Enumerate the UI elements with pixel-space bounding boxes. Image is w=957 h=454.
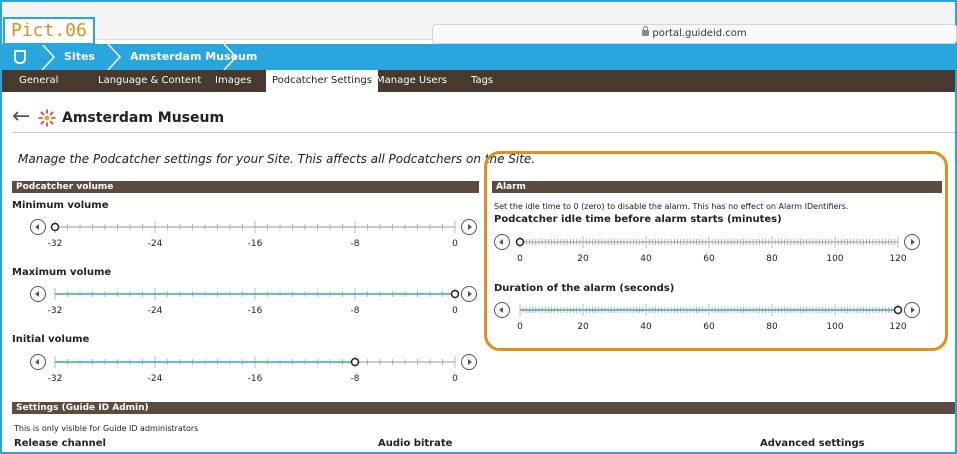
tick-label: 40 [640, 322, 652, 332]
tick-label: -32 [47, 374, 63, 384]
audio-bitrate-label: Audio bitrate [378, 438, 453, 449]
max-volume-slider[interactable]: -32 -24 -16 -8 0 [30, 286, 477, 326]
chevron-right-icon [223, 44, 238, 70]
increase-button[interactable] [904, 234, 920, 250]
increase-button[interactable] [461, 354, 477, 370]
tick-labels: 0 20 40 60 80 100 120 [517, 254, 906, 266]
alarm-duration-slider[interactable]: 0 20 40 60 80 100 120 [494, 302, 920, 342]
tick-label: 100 [826, 254, 844, 264]
tick-label: -8 [350, 239, 360, 249]
slider-track[interactable] [54, 286, 460, 302]
tick-label: 40 [640, 254, 652, 264]
tick-label: -32 [47, 239, 63, 249]
main-nav: General Language & Content Images Podcat… [2, 70, 955, 92]
section-header-alarm: Alarm [492, 181, 942, 193]
page-title: Amsterdam Museum [62, 110, 225, 126]
slider-label: Duration of the alarm (seconds) [494, 283, 675, 294]
lock-icon [642, 26, 650, 36]
page-intro: Manage the Podcatcher settings for your … [18, 152, 536, 166]
tick-label: 20 [577, 322, 589, 332]
tick-label: -16 [247, 374, 263, 384]
tick-label: 60 [703, 322, 715, 332]
release-channel-label: Release channel [14, 438, 106, 449]
figure-label: Pict.06 [3, 17, 95, 45]
tick-label: 120 [889, 322, 907, 332]
slider-label: Initial volume [12, 334, 90, 345]
tick-label: -24 [147, 306, 163, 316]
alarm-note: Set the idle time to 0 (zero) to disable… [494, 202, 849, 211]
tab-language-content[interactable]: Language & Content [92, 70, 207, 92]
site-logo-icon [38, 109, 56, 127]
slider-label: Minimum volume [12, 200, 109, 211]
guideid-logo-icon[interactable] [14, 50, 26, 64]
divider [12, 132, 955, 133]
tab-general[interactable]: General [13, 70, 64, 92]
tick-label: -24 [147, 239, 163, 249]
initial-volume-slider[interactable]: -32 -24 -16 -8 0 [30, 354, 477, 394]
advanced-settings-label: Advanced settings [760, 438, 865, 449]
idle-time-slider[interactable]: 0 20 40 60 80 100 120 [494, 234, 920, 274]
slider-track[interactable] [515, 234, 899, 250]
tick-labels: -32 -24 -16 -8 0 [48, 374, 458, 386]
admin-note: This is only visible for Guide ID admini… [14, 424, 199, 433]
tick-label: 0 [452, 239, 458, 249]
tab-manage-users[interactable]: Manage Users [370, 70, 453, 92]
tick-labels: -32 -24 -16 -8 0 [48, 239, 458, 251]
tick-label: -32 [47, 306, 63, 316]
tick-label: 100 [826, 322, 844, 332]
tick-label: 60 [703, 254, 715, 264]
back-arrow-icon[interactable]: ← [12, 106, 30, 128]
slider-track[interactable] [54, 354, 456, 370]
tick-label: -8 [350, 374, 360, 384]
breadcrumb-sites[interactable]: Sites [64, 50, 95, 63]
tick-labels: 0 20 40 60 80 100 120 [517, 322, 906, 334]
url-text: portal.guideid.com [652, 28, 747, 39]
slider-handle [450, 289, 460, 299]
decrease-button[interactable] [30, 219, 46, 235]
tick-label: -24 [147, 374, 163, 384]
browser-toolbar: portal.guideid.com [2, 2, 957, 44]
tick-label: -16 [247, 306, 263, 316]
slider-handle [50, 222, 60, 232]
address-bar[interactable]: portal.guideid.com [432, 24, 957, 44]
slider-track[interactable] [50, 219, 456, 235]
decrease-button[interactable] [494, 234, 510, 250]
decrease-button[interactable] [30, 286, 46, 302]
tick-label: 0 [452, 306, 458, 316]
tick-labels: -32 -24 -16 -8 0 [48, 306, 458, 318]
decrease-button[interactable] [494, 302, 510, 318]
chevron-right-icon [41, 44, 56, 70]
slider-label: Maximum volume [12, 267, 112, 278]
tick-label: 80 [766, 254, 778, 264]
slider-track[interactable] [519, 302, 903, 318]
tick-label: 0 [517, 322, 523, 332]
section-header-volume: Podcatcher volume [12, 181, 479, 193]
tick-label: 0 [517, 254, 523, 264]
tick-label: 20 [577, 254, 589, 264]
tick-label: 0 [452, 374, 458, 384]
increase-button[interactable] [904, 302, 920, 318]
slider-handle [893, 305, 903, 315]
section-header-admin: Settings (Guide ID Admin) [12, 402, 955, 414]
tick-label: -8 [350, 306, 360, 316]
tab-tags[interactable]: Tags [465, 70, 499, 92]
tick-label: 120 [889, 254, 907, 264]
slider-label: Podcatcher idle time before alarm starts… [494, 214, 782, 225]
tab-images[interactable]: Images [209, 70, 258, 92]
decrease-button[interactable] [30, 354, 46, 370]
tick-label: 80 [766, 322, 778, 332]
breadcrumb: Sites Amsterdam Museum [2, 44, 955, 70]
min-volume-slider[interactable]: -32 -24 -16 -8 0 [30, 219, 477, 259]
increase-button[interactable] [461, 286, 477, 302]
breadcrumb-site[interactable]: Amsterdam Museum [130, 50, 257, 63]
chevron-right-icon [107, 44, 122, 70]
tick-label: -16 [247, 239, 263, 249]
tab-podcatcher-settings[interactable]: Podcatcher Settings [266, 70, 378, 92]
increase-button[interactable] [461, 219, 477, 235]
slider-handle [515, 237, 525, 247]
slider-handle [350, 357, 360, 367]
